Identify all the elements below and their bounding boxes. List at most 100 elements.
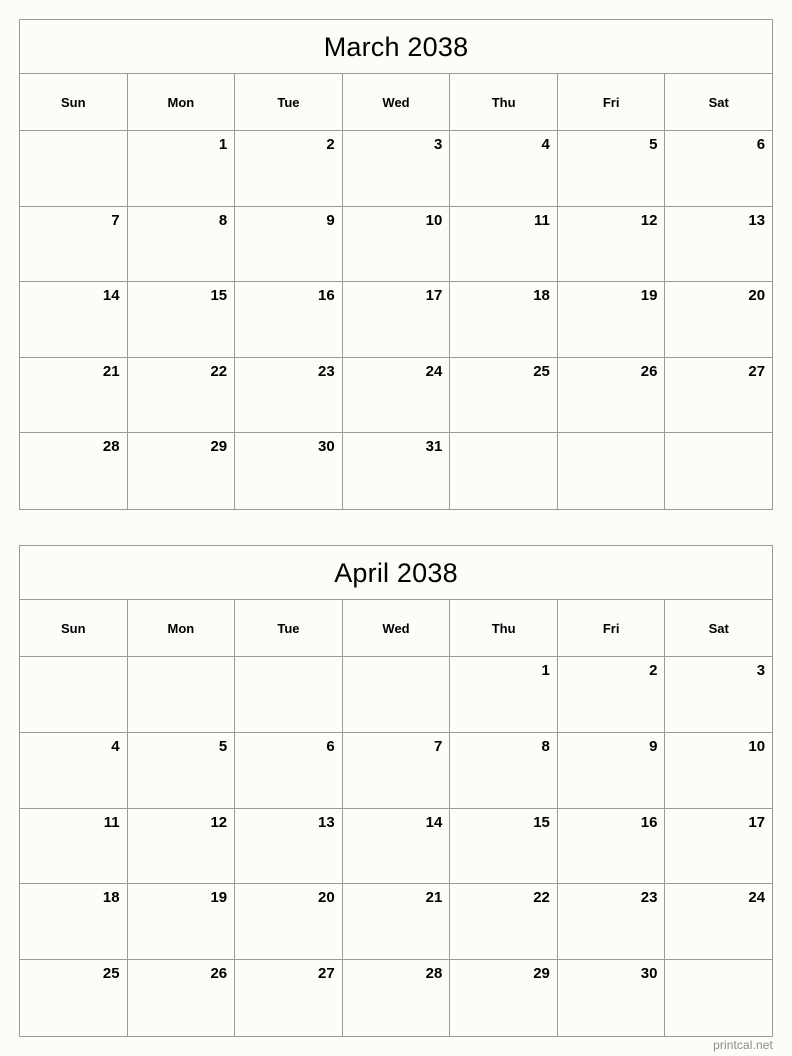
day-cell[interactable]: 21 [20,357,128,433]
week-row: 14 15 16 17 18 19 20 [20,282,772,358]
day-cell[interactable]: 17 [665,809,772,884]
weekday-header-wed: Wed [343,74,451,130]
day-cell[interactable]: 19 [558,282,666,357]
day-cell[interactable]: 6 [665,131,772,206]
weekday-header-thu: Thu [450,600,558,656]
day-cell[interactable]: 13 [665,207,772,282]
week-row: 4 5 6 7 8 9 10 [20,732,772,809]
day-cell[interactable]: 12 [128,808,236,884]
day-cell[interactable]: 11 [450,206,558,282]
day-cell[interactable]: 28 [343,960,451,1036]
week-row: 25 26 27 28 29 30 [20,960,772,1036]
weekday-header-mon: Mon [128,600,236,656]
day-cell[interactable]: 14 [20,282,128,357]
day-cell[interactable]: 9 [558,732,666,808]
day-cell[interactable]: 20 [665,282,772,357]
day-cell[interactable]: 28 [20,433,128,509]
weekday-header-fri: Fri [558,74,666,130]
weekday-header-sun: Sun [20,600,128,656]
day-cell[interactable]: 17 [343,282,451,357]
day-cell [665,433,772,509]
day-cell[interactable]: 29 [128,433,236,509]
day-cell[interactable]: 10 [665,733,772,808]
day-cell[interactable]: 18 [20,884,128,960]
day-cell [128,657,236,732]
calendar-title: March 2038 [20,20,772,74]
day-cell[interactable]: 14 [343,808,451,884]
day-cell[interactable]: 6 [235,732,343,808]
day-cell[interactable]: 7 [343,732,451,808]
day-cell[interactable]: 26 [558,357,666,433]
week-row: 18 19 20 21 22 23 24 [20,884,772,961]
day-cell[interactable]: 25 [450,357,558,433]
day-cell[interactable]: 10 [343,206,451,282]
day-cell[interactable]: 29 [450,960,558,1036]
day-cell[interactable]: 27 [665,358,772,433]
calendar-page: March 2038 Sun Mon Tue Wed Thu Fri Sat 1… [0,0,792,1056]
weekday-header-sat: Sat [708,94,729,110]
day-cell [450,433,558,509]
day-cell[interactable]: 27 [235,960,343,1036]
day-cell[interactable]: 3 [665,657,772,732]
day-cell[interactable]: 24 [343,357,451,433]
day-cell[interactable]: 15 [128,282,236,357]
day-cell [665,960,772,1036]
day-cell[interactable]: 22 [128,357,236,433]
day-cell[interactable]: 12 [558,206,666,282]
weekday-header-row: Sun Mon Tue Wed Thu Fri Sat [20,74,772,131]
day-cell[interactable]: 23 [558,884,666,960]
day-cell[interactable]: 23 [235,357,343,433]
day-cell [20,657,128,732]
day-cell[interactable]: 4 [450,131,558,206]
weekday-header-row: Sun Mon Tue Wed Thu Fri Sat [20,600,772,657]
weekday-header-fri: Fri [558,600,666,656]
day-cell[interactable]: 25 [20,960,128,1036]
day-cell[interactable]: 26 [128,960,236,1036]
calendar-title: April 2038 [20,546,772,600]
day-cell[interactable]: 18 [450,282,558,357]
day-cell[interactable]: 16 [235,282,343,357]
day-cell[interactable]: 3 [343,131,451,206]
calendar-month-march: March 2038 Sun Mon Tue Wed Thu Fri Sat 1… [19,19,773,510]
day-cell [343,657,451,732]
day-cell[interactable]: 8 [128,206,236,282]
day-cell[interactable]: 2 [558,657,666,732]
day-cell[interactable]: 13 [235,808,343,884]
week-row: 28 29 30 31 [20,433,772,509]
weekday-header-thu: Thu [450,74,558,130]
day-cell[interactable]: 4 [20,732,128,808]
day-cell[interactable]: 8 [450,732,558,808]
week-row: 11 12 13 14 15 16 17 [20,808,772,885]
day-cell[interactable]: 5 [128,732,236,808]
day-cell[interactable]: 24 [665,884,772,959]
day-cell[interactable]: 16 [558,808,666,884]
calendar-month-april: April 2038 Sun Mon Tue Wed Thu Fri Sat 1… [19,545,773,1037]
weekday-header-sat: Sat [708,620,729,636]
week-row: 1 2 3 4 5 6 [20,131,772,207]
day-cell[interactable]: 1 [128,131,236,206]
day-cell[interactable]: 30 [558,960,666,1036]
day-cell[interactable]: 21 [343,884,451,960]
day-cell[interactable]: 2 [235,131,343,206]
day-cell[interactable] [20,131,128,206]
day-cell[interactable]: 20 [235,884,343,960]
day-cell [558,433,666,509]
day-cell[interactable]: 31 [343,433,451,509]
day-cell [235,657,343,732]
weekday-header-tue: Tue [235,74,343,130]
weekday-header-mon: Mon [128,74,236,130]
weekday-header-sun: Sun [20,74,128,130]
day-cell[interactable]: 1 [450,657,558,732]
week-row: 7 8 9 10 11 12 13 [20,206,772,283]
footer-watermark: printcal.net [713,1038,773,1052]
day-cell[interactable]: 7 [20,206,128,282]
day-cell[interactable]: 11 [20,808,128,884]
day-cell[interactable]: 22 [450,884,558,960]
day-cell[interactable]: 19 [128,884,236,960]
day-cell[interactable]: 15 [450,808,558,884]
day-cell[interactable]: 30 [235,433,343,509]
week-row: 21 22 23 24 25 26 27 [20,357,772,434]
day-cell[interactable]: 9 [235,206,343,282]
weekday-header-tue: Tue [235,600,343,656]
day-cell[interactable]: 5 [558,131,666,206]
